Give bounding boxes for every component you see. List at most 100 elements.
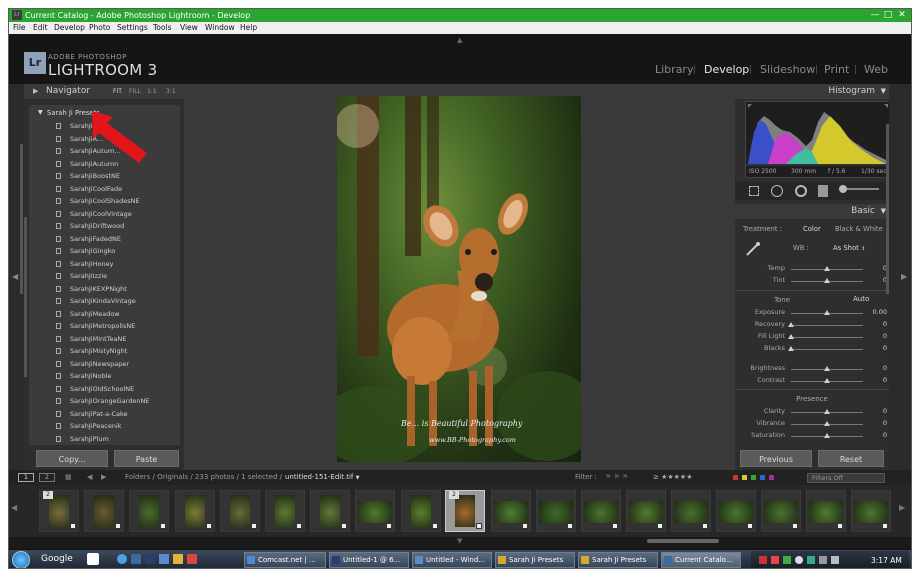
- filters-off-dropdown[interactable]: Filters Off: [807, 473, 885, 483]
- slider-track[interactable]: [791, 325, 863, 326]
- back-arrow-icon[interactable]: ◀: [87, 470, 92, 485]
- menu-window[interactable]: Window: [205, 22, 235, 34]
- slider-value[interactable]: 0: [883, 431, 887, 439]
- grid-icon[interactable]: ▦: [65, 470, 72, 485]
- photoshop-icon[interactable]: [145, 554, 155, 564]
- preset-item[interactable]: SarahJiPlum: [29, 433, 180, 445]
- module-print[interactable]: Print: [824, 63, 849, 76]
- filmstrip-thumbnail[interactable]: [355, 490, 395, 532]
- preset-item[interactable]: SarahJiBoostNE: [29, 170, 180, 182]
- preset-item[interactable]: SarahJiNoble: [29, 370, 180, 382]
- histogram-header[interactable]: Histogram ▼: [735, 84, 889, 99]
- slider-value[interactable]: 0: [883, 419, 887, 427]
- slider-value[interactable]: 0: [883, 364, 887, 372]
- slider-temp[interactable]: Temp 0: [735, 264, 889, 276]
- treatment-color[interactable]: Color: [803, 222, 821, 236]
- filmstrip-thumbnail[interactable]: [491, 490, 531, 532]
- slider-knob[interactable]: [824, 266, 830, 271]
- zoom-1-1[interactable]: 1:1: [147, 84, 157, 99]
- module-slideshow[interactable]: Slideshow: [760, 63, 815, 76]
- filmstrip-thumbnail[interactable]: [84, 490, 124, 532]
- task-sarah-ji-presets-2[interactable]: Sarah Ji Presets: [578, 552, 658, 568]
- slider-tint[interactable]: Tint 0: [735, 276, 889, 288]
- app-icon-4[interactable]: [159, 554, 169, 564]
- slider-clarity[interactable]: Clarity 0: [735, 407, 889, 419]
- red-eye-icon[interactable]: [795, 185, 807, 197]
- filmstrip-thumbnail[interactable]: [671, 490, 711, 532]
- network-icon[interactable]: [819, 556, 827, 564]
- preset-item[interactable]: SarahJiIzzie: [29, 270, 180, 282]
- window-1-button[interactable]: 1: [18, 473, 34, 482]
- wb-dropdown[interactable]: As Shot ↕: [833, 244, 865, 252]
- preset-item[interactable]: SarahJiMistyNight: [29, 345, 180, 357]
- slider-value[interactable]: 0: [883, 344, 887, 352]
- preset-item[interactable]: SarahJiMetropolisNE: [29, 320, 180, 332]
- color-label-filters[interactable]: [733, 475, 783, 480]
- slider-knob[interactable]: [824, 433, 830, 438]
- flag-filter-icons[interactable]: ⚑ ⚑ ⚑: [605, 470, 628, 485]
- preset-item[interactable]: SarahJiKEXPNight: [29, 283, 180, 295]
- filmstrip-thumbnail[interactable]: 2: [39, 490, 79, 532]
- slider-track[interactable]: [791, 337, 863, 338]
- slider-value[interactable]: 0: [883, 320, 887, 328]
- preset-item[interactable]: SarahJiKindaVintage: [29, 295, 180, 307]
- clock[interactable]: 3:17 AM: [871, 556, 902, 565]
- filmstrip-thumbnail[interactable]: [265, 490, 305, 532]
- filmstrip-thumbnail[interactable]: [761, 490, 801, 532]
- filmstrip-thumbnail[interactable]: [220, 490, 260, 532]
- folder-icon[interactable]: [173, 554, 183, 564]
- preset-item[interactable]: SarahJiPat-a-Cake: [29, 408, 180, 420]
- menu-tools[interactable]: Tools: [153, 22, 171, 34]
- current-filename[interactable]: untitled-151-Edit.tif ▼: [285, 470, 359, 486]
- tray-icon-4[interactable]: [795, 556, 803, 564]
- task-sarah-ji-presets-1[interactable]: Sarah Ji Presets: [495, 552, 575, 568]
- search-box-icon[interactable]: [87, 553, 99, 565]
- reset-button[interactable]: Reset: [818, 450, 884, 467]
- menu-develop[interactable]: Develop: [54, 22, 85, 34]
- slider-saturation[interactable]: Saturation 0: [735, 431, 889, 443]
- slider-knob[interactable]: [824, 409, 830, 414]
- clip-shadows-icon[interactable]: [748, 104, 752, 108]
- preset-item[interactable]: SarahJiMintTeaNE: [29, 333, 180, 345]
- close-icon[interactable]: ✕: [896, 9, 908, 22]
- filmstrip-scrollbar[interactable]: [647, 539, 719, 543]
- menu-photo[interactable]: Photo: [89, 22, 110, 34]
- preset-item[interactable]: SarahJiCoolVintage: [29, 208, 180, 220]
- left-panel-toggle-icon[interactable]: ◀: [12, 272, 18, 281]
- slider-recovery[interactable]: Recovery 0: [735, 320, 889, 332]
- tray-icon-1[interactable]: [759, 556, 767, 564]
- eyedropper-icon[interactable]: [745, 242, 761, 256]
- filmstrip-thumbnail[interactable]: [536, 490, 576, 532]
- slider-knob[interactable]: [824, 421, 830, 426]
- slider-track[interactable]: [791, 349, 863, 350]
- filmstrip-thumbnail[interactable]: [851, 490, 891, 532]
- maximize-icon[interactable]: □: [882, 9, 894, 22]
- paste-button[interactable]: Paste: [114, 450, 179, 467]
- menu-file[interactable]: File: [13, 22, 26, 34]
- google-toolbar[interactable]: Google: [41, 554, 73, 564]
- minimize-icon[interactable]: —: [869, 9, 881, 22]
- task-untitled-1[interactable]: Untitled-1 @ 6...: [329, 552, 409, 568]
- slider-knob[interactable]: [824, 310, 830, 315]
- slider-exposure[interactable]: Exposure 0.00: [735, 308, 889, 320]
- filmstrip-thumbnail[interactable]: [581, 490, 621, 532]
- lightroom-icon[interactable]: [131, 554, 141, 564]
- slider-knob[interactable]: [788, 322, 794, 327]
- clip-highlights-icon[interactable]: [884, 104, 888, 108]
- module-library[interactable]: Library: [655, 63, 693, 76]
- slider-knob[interactable]: [824, 366, 830, 371]
- menu-edit[interactable]: Edit: [33, 22, 48, 34]
- slider-fill-light[interactable]: Fill Light 0: [735, 332, 889, 344]
- forward-arrow-icon[interactable]: ▶: [101, 470, 106, 485]
- preset-item[interactable]: SarahJiOrangeGardenNE: [29, 395, 180, 407]
- filmstrip-thumbnail[interactable]: 2: [445, 490, 485, 532]
- task-untitled-window[interactable]: Untitled - Wind...: [412, 552, 492, 568]
- filmstrip-thumbnail[interactable]: [806, 490, 846, 532]
- slider-vibrance[interactable]: Vibrance 0: [735, 419, 889, 431]
- preset-item[interactable]: SarahJiOldSchoolNE: [29, 383, 180, 395]
- left-panel-scrollbar[interactable]: [20, 144, 23, 294]
- rating-filter[interactable]: ≥ ★★★★★: [653, 470, 692, 485]
- treatment-bw[interactable]: Black & White: [835, 222, 883, 236]
- slider-value[interactable]: 0: [883, 376, 887, 384]
- menu-settings[interactable]: Settings: [117, 22, 148, 34]
